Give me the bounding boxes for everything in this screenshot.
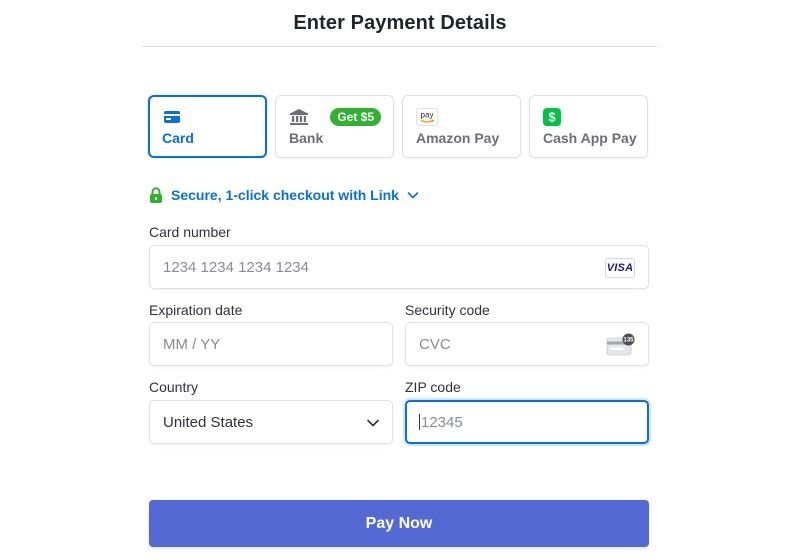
country-label: Country [149, 379, 199, 395]
tab-amazon-pay[interactable]: pay Amazon Pay [402, 95, 521, 158]
country-value: United States [163, 414, 254, 431]
tab-card[interactable]: Card [148, 95, 267, 158]
bank-promo-badge: Get $5 [330, 108, 381, 126]
amazon-pay-icon: pay [416, 108, 438, 126]
country-select[interactable]: United States [149, 400, 393, 444]
expiration-label: Expiration date [149, 302, 243, 318]
title-divider [142, 46, 657, 47]
pay-now-button[interactable]: Pay Now [149, 500, 649, 547]
security-code-placeholder: CVC [419, 336, 451, 353]
card-number-input[interactable]: 1234 1234 1234 1234 VISA [149, 245, 649, 289]
text-caret [419, 414, 420, 430]
card-number-label: Card number [149, 224, 231, 240]
zip-label: ZIP code [405, 379, 461, 395]
svg-text:$: $ [548, 110, 556, 125]
card-icon [164, 111, 180, 123]
link-checkout-toggle[interactable]: Secure, 1-click checkout with Link [149, 187, 419, 203]
expiration-placeholder: MM / YY [163, 336, 221, 353]
tab-amazon-pay-label: Amazon Pay [416, 130, 500, 146]
payment-method-tabs: Card Get $5 Bank pay Amazon Pay $ Cash A… [148, 95, 648, 158]
bank-icon [290, 109, 308, 125]
lock-icon [150, 187, 162, 203]
cvc-card-icon: 135 [606, 333, 635, 356]
tab-cash-app-pay[interactable]: $ Cash App Pay [529, 95, 648, 158]
security-code-label: Security code [405, 302, 490, 318]
link-checkout-text: Secure, 1-click checkout with Link [171, 187, 399, 203]
zip-placeholder: 12345 [421, 414, 463, 431]
card-number-placeholder: 1234 1234 1234 1234 [163, 259, 309, 276]
pay-now-label: Pay Now [365, 514, 433, 532]
svg-text:135: 135 [623, 338, 634, 344]
zip-input[interactable]: 12345 [405, 400, 649, 444]
tab-bank-label: Bank [289, 130, 324, 146]
security-code-input[interactable]: CVC 135 [405, 322, 649, 366]
expiration-input[interactable]: MM / YY [149, 322, 393, 366]
visa-icon: VISA [605, 258, 635, 278]
tab-cash-app-pay-label: Cash App Pay [543, 130, 637, 146]
zip-placeholder-row: 12345 [419, 414, 463, 431]
svg-text:pay: pay [421, 111, 434, 120]
chevron-down-icon [407, 192, 419, 199]
tab-card-label: Card [162, 130, 194, 146]
page-title: Enter Payment Details [293, 12, 507, 34]
cash-app-icon: $ [543, 108, 561, 126]
chevron-down-icon [367, 419, 379, 427]
tab-bank[interactable]: Get $5 Bank [275, 95, 394, 158]
